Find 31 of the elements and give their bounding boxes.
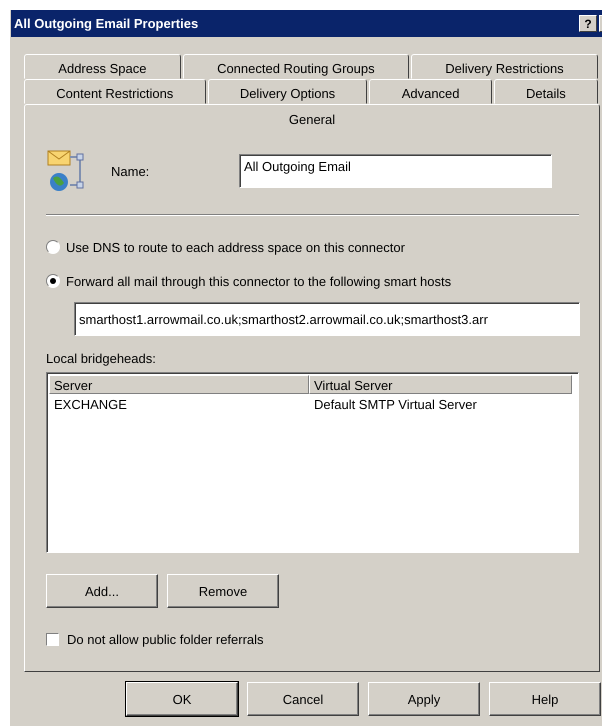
checkbox[interactable] (46, 633, 59, 646)
list-cell-text: Default SMTP Virtual Server (313, 397, 478, 412)
tab[interactable]: Details (494, 79, 598, 104)
dialog-button[interactable]: Cancel (247, 682, 359, 716)
tab[interactable]: General (24, 104, 600, 129)
remove-button[interactable]: Remove (167, 574, 279, 608)
window-title: All Outgoing Email Properties (14, 16, 198, 31)
name-label: Name: (111, 164, 150, 178)
radio-button[interactable] (46, 240, 60, 254)
column-header[interactable]: Virtual Server (309, 375, 572, 394)
tab[interactable]: Content Restrictions (24, 79, 206, 104)
name-field[interactable]: All Outgoing Email (239, 154, 552, 188)
add-button[interactable]: Add... (46, 574, 158, 608)
radio-button[interactable] (46, 274, 60, 288)
help-button[interactable]: ? (579, 15, 597, 32)
column-header[interactable]: Server (49, 375, 309, 394)
radio-label[interactable]: Use DNS to route to each address space on this connector (66, 240, 405, 254)
tab[interactable]: Delivery Restrictions (410, 54, 598, 79)
bridgeheads-label: Local bridgeheads: (46, 351, 157, 366)
dialog-button[interactable]: Help (489, 682, 601, 716)
radio-label[interactable]: Forward all mail through this connector to the following smart hosts (66, 274, 452, 288)
tab[interactable]: Advanced (369, 79, 492, 104)
tab[interactable]: Address Space (24, 54, 181, 79)
smart-hosts-field[interactable]: smarthost1.arrowmail.co.uk;smarthost2.arrowmail.co.uk;smarthost3.arr (74, 302, 580, 336)
checkbox-label[interactable]: Do not allow public folder referrals (67, 632, 264, 647)
dialog-button[interactable]: OK (126, 682, 238, 716)
dialog-button[interactable]: Apply (368, 682, 480, 716)
tab[interactable]: Delivery Options (208, 79, 368, 104)
list-cell-text: EXCHANGE (53, 397, 128, 412)
connector-icon (46, 150, 84, 192)
tab[interactable]: Connected Routing Groups (182, 54, 409, 79)
